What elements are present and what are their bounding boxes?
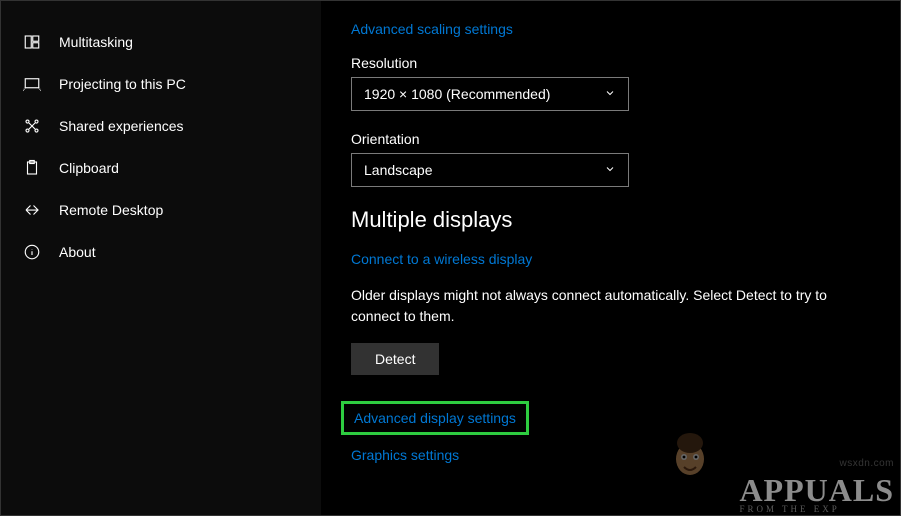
sidebar-item-multitasking[interactable]: Multitasking <box>1 21 321 63</box>
shared-experiences-icon <box>23 117 41 135</box>
display-settings-panel: Advanced scaling settings Resolution 192… <box>321 1 900 515</box>
multitasking-icon <box>23 33 41 51</box>
remote-desktop-icon <box>23 201 41 219</box>
sidebar-item-label: Remote Desktop <box>59 202 163 218</box>
orientation-value: Landscape <box>364 162 433 178</box>
resolution-label: Resolution <box>351 55 870 71</box>
watermark: APPUALS FROM THE EXP <box>739 476 894 513</box>
advanced-scaling-link[interactable]: Advanced scaling settings <box>351 21 513 37</box>
orientation-select[interactable]: Landscape <box>351 153 629 187</box>
wireless-display-link[interactable]: Connect to a wireless display <box>351 251 532 267</box>
sidebar-item-label: Shared experiences <box>59 118 184 134</box>
mascot-icon <box>670 431 710 479</box>
sidebar-item-projecting[interactable]: Projecting to this PC <box>1 63 321 105</box>
multiple-displays-heading: Multiple displays <box>351 207 870 233</box>
watermark-url: wsxdn.com <box>839 458 894 469</box>
chevron-down-icon <box>604 86 616 102</box>
advanced-display-settings-link[interactable]: Advanced display settings <box>341 401 529 435</box>
sidebar-item-shared-experiences[interactable]: Shared experiences <box>1 105 321 147</box>
sidebar-item-clipboard[interactable]: Clipboard <box>1 147 321 189</box>
sidebar-item-label: Multitasking <box>59 34 133 50</box>
resolution-select[interactable]: 1920 × 1080 (Recommended) <box>351 77 629 111</box>
sidebar-item-label: Clipboard <box>59 160 119 176</box>
settings-sidebar: Multitasking Projecting to this PC <box>1 1 321 515</box>
resolution-value: 1920 × 1080 (Recommended) <box>364 86 550 102</box>
sidebar-item-remote-desktop[interactable]: Remote Desktop <box>1 189 321 231</box>
clipboard-icon <box>23 159 41 177</box>
sidebar-item-label: Projecting to this PC <box>59 76 186 92</box>
watermark-brand: APPUALS <box>739 476 894 505</box>
detect-button[interactable]: Detect <box>351 343 439 375</box>
sidebar-item-label: About <box>59 244 96 260</box>
sidebar-item-about[interactable]: About <box>1 231 321 273</box>
graphics-settings-link[interactable]: Graphics settings <box>351 447 459 463</box>
about-icon <box>23 243 41 261</box>
orientation-label: Orientation <box>351 131 870 147</box>
projecting-icon <box>23 75 41 93</box>
chevron-down-icon <box>604 162 616 178</box>
detect-description: Older displays might not always connect … <box>351 285 851 327</box>
